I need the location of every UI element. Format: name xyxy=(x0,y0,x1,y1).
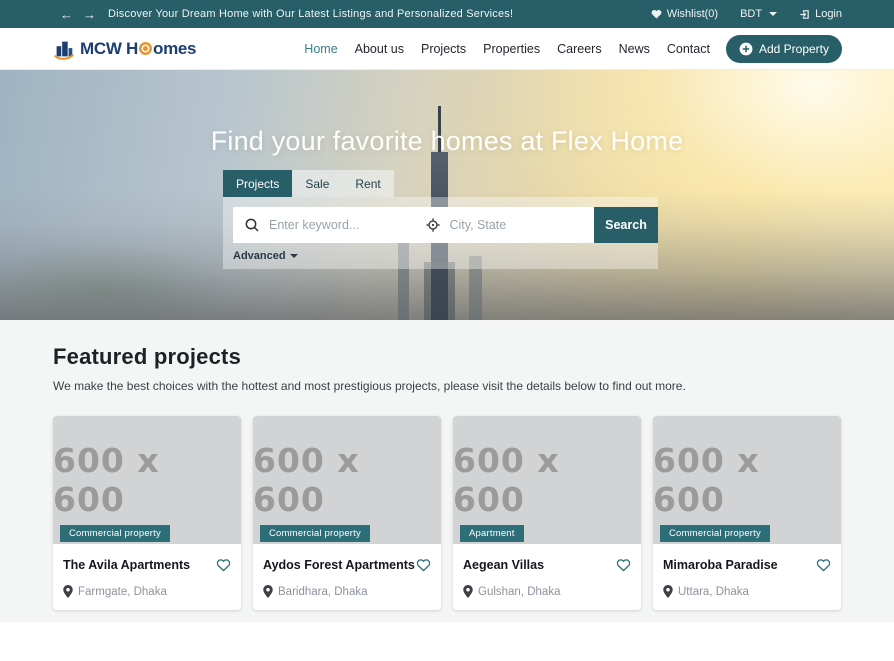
project-location: Gulshan, Dhaka xyxy=(478,586,560,598)
wishlist-label: Wishlist(0) xyxy=(667,8,718,20)
project-name[interactable]: Aegean Villas xyxy=(463,558,544,572)
favorite-heart-icon[interactable] xyxy=(216,558,231,572)
hero-title: Find your favorite homes at Flex Home xyxy=(0,126,894,157)
section-subtitle: We make the best choices with the hottes… xyxy=(53,379,841,393)
currency-label: BDT xyxy=(740,8,762,20)
project-location: Baridhara, Dhaka xyxy=(278,586,368,598)
project-location: Farmgate, Dhaka xyxy=(78,586,167,598)
tab-sale[interactable]: Sale xyxy=(292,170,342,197)
project-location: Uttara, Dhaka xyxy=(678,586,749,598)
plus-circle-icon xyxy=(739,42,753,56)
favorite-heart-icon[interactable] xyxy=(416,558,431,572)
tab-rent[interactable]: Rent xyxy=(342,170,393,197)
card-body: The Avila Apartments Farmgate, Dhaka xyxy=(53,544,241,610)
search-button[interactable]: Search xyxy=(594,207,658,243)
locate-icon xyxy=(425,217,441,233)
location-pin-icon xyxy=(263,585,273,598)
prev-arrow-icon[interactable]: ← xyxy=(60,8,73,21)
chevron-down-icon xyxy=(769,12,777,16)
next-arrow-icon[interactable]: → xyxy=(83,8,96,21)
search-panel: Projects Sale Rent Search Advan xyxy=(223,170,658,269)
buildings-icon xyxy=(52,37,76,61)
house-o-icon xyxy=(139,42,152,55)
card-body: Mimaroba Paradise Uttara, Dhaka xyxy=(653,544,841,610)
location-row: Farmgate, Dhaka xyxy=(63,585,231,598)
search-icon xyxy=(244,217,260,233)
location-pin-icon xyxy=(63,585,73,598)
search-tabs: Projects Sale Rent xyxy=(223,170,394,197)
project-name[interactable]: Mimaroba Paradise xyxy=(663,558,778,572)
brand-name: MCW Homes xyxy=(80,39,196,59)
search-bar: Search xyxy=(233,207,658,243)
project-card[interactable]: 600 x 600 Commercial property Mimaroba P… xyxy=(653,416,841,610)
nav-item-news[interactable]: News xyxy=(619,42,650,56)
currency-select[interactable]: BDT xyxy=(740,8,777,20)
location-row: Gulshan, Dhaka xyxy=(463,585,631,598)
nav-item-properties[interactable]: Properties xyxy=(483,42,540,56)
tab-projects[interactable]: Projects xyxy=(223,170,292,197)
category-badge: Commercial property xyxy=(60,525,170,542)
brand-logo[interactable]: MCW Homes xyxy=(52,37,196,61)
nav-item-about[interactable]: About us xyxy=(355,42,404,56)
hero-banner: Find your favorite homes at Flex Home Pr… xyxy=(0,70,894,320)
category-badge: Commercial property xyxy=(660,525,770,542)
heart-icon xyxy=(651,9,662,19)
login-icon xyxy=(799,9,810,20)
card-body: Aegean Villas Gulshan, Dhaka xyxy=(453,544,641,610)
favorite-heart-icon[interactable] xyxy=(816,558,831,572)
main-nav: Home About us Projects Properties Career… xyxy=(304,42,710,56)
location-row: Uttara, Dhaka xyxy=(663,585,831,598)
section-title: Featured projects xyxy=(53,344,841,370)
advanced-label: Advanced xyxy=(233,250,286,262)
announcement-bar: ← → Discover Your Dream Home with Our La… xyxy=(0,0,894,28)
project-card[interactable]: 600 x 600 Commercial property Aydos Fore… xyxy=(253,416,441,610)
nav-item-careers[interactable]: Careers xyxy=(557,42,601,56)
main-header: MCW Homes Home About us Projects Propert… xyxy=(0,28,894,70)
location-pin-icon xyxy=(663,585,673,598)
category-badge: Apartment xyxy=(460,525,524,542)
nav-item-home[interactable]: Home xyxy=(304,42,337,56)
favorite-heart-icon[interactable] xyxy=(616,558,631,572)
featured-projects-section: Featured projects We make the best choic… xyxy=(0,320,894,622)
project-name[interactable]: The Avila Apartments xyxy=(63,558,190,572)
card-body: Aydos Forest Apartments Baridhara, Dhaka xyxy=(253,544,441,610)
login-link[interactable]: Login xyxy=(799,8,842,20)
carousel-arrows: ← → xyxy=(60,8,96,21)
project-card[interactable]: 600 x 600 Commercial property The Avila … xyxy=(53,416,241,610)
search-panel-body: Search Advanced xyxy=(223,197,658,269)
location-pin-icon xyxy=(463,585,473,598)
placeholder-text: 600 x 600 xyxy=(53,441,241,519)
nav-item-contact[interactable]: Contact xyxy=(667,42,710,56)
project-cards: 600 x 600 Commercial property The Avila … xyxy=(53,416,841,610)
placeholder-text: 600 x 600 xyxy=(453,441,641,519)
keyword-input[interactable] xyxy=(269,218,414,232)
page: ← → Discover Your Dream Home with Our La… xyxy=(0,0,894,661)
project-card[interactable]: 600 x 600 Apartment Aegean Villas Gulsha… xyxy=(453,416,641,610)
placeholder-text: 600 x 600 xyxy=(653,441,841,519)
nav-item-projects[interactable]: Projects xyxy=(421,42,466,56)
next-section-spacer xyxy=(0,622,894,661)
category-badge: Commercial property xyxy=(260,525,370,542)
location-row: Baridhara, Dhaka xyxy=(263,585,431,598)
project-name[interactable]: Aydos Forest Apartments xyxy=(263,558,415,572)
login-label: Login xyxy=(815,8,842,20)
placeholder-text: 600 x 600 xyxy=(253,441,441,519)
city-state-input[interactable] xyxy=(450,218,595,232)
announcement-text: Discover Your Dream Home with Our Latest… xyxy=(108,8,513,20)
advanced-toggle[interactable]: Advanced xyxy=(233,250,658,262)
chevron-down-icon xyxy=(290,254,298,258)
add-property-button[interactable]: Add Property xyxy=(726,35,842,63)
add-property-label: Add Property xyxy=(759,42,829,56)
wishlist-link[interactable]: Wishlist(0) xyxy=(651,8,718,20)
